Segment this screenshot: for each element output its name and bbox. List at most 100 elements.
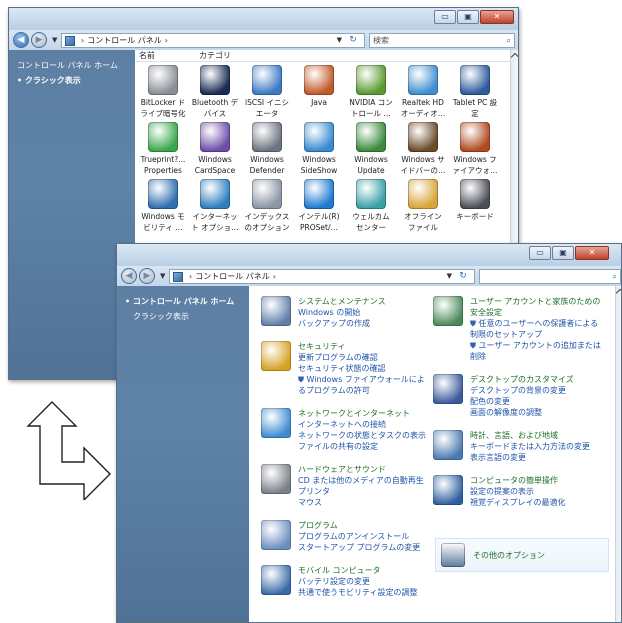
control-panel-item[interactable]: Tablet PC 設 定 [449,65,501,122]
category-title-link[interactable]: 時計、言語、および地域 [470,430,590,441]
search-box[interactable]: ⌕ [479,269,621,284]
category-title-link[interactable]: デスクトップのカスタマイズ [470,374,574,385]
clock-globe-icon[interactable] [433,430,463,460]
programs-icon[interactable] [261,520,291,550]
category-title-link[interactable]: システムとメンテナンス [298,296,386,307]
breadcrumb-control-panel[interactable]: コントロール パネル [195,271,270,282]
category-task-link[interactable]: キーボードまたは入力方法の変更 [470,441,590,452]
mobile-pc-icon[interactable] [261,565,291,595]
minimize-button[interactable]: ▭ [529,246,551,260]
address-bar[interactable]: › コントロール パネル › ▼ ↻ [61,33,365,48]
control-panel-item[interactable]: インターネッ ト オプショ… [189,179,241,236]
category-title-link[interactable]: プログラム [298,520,420,531]
control-panel-item[interactable]: ウェルカム センター [345,179,397,236]
category-task-link[interactable]: ユーザー アカウントの追加または 削除 [470,340,601,362]
category-title-link[interactable]: ハードウェアとサウンド [298,464,424,475]
control-panel-item[interactable]: キーボード [449,179,501,236]
recent-pages-dropdown-icon[interactable]: ▼ [52,36,57,44]
user-accounts-icon[interactable] [433,296,463,326]
close-button[interactable]: ✕ [480,10,514,24]
control-panel-item[interactable]: Java [293,65,345,122]
category-task-link[interactable]: 任意のユーザーへの保護者による 制限のセットアップ [470,318,601,340]
maximize-button[interactable]: ▣ [457,10,479,24]
category-task-link[interactable]: スタートアップ プログラムの変更 [298,542,420,553]
classic-view-link[interactable]: クラシック表示 [9,73,135,88]
recent-pages-dropdown-icon[interactable]: ▼ [160,272,165,280]
network-globe-icon[interactable] [261,408,291,438]
category-task-link[interactable]: ファイルの共有の設定 [298,441,426,452]
control-panel-item[interactable]: Windows サ イドバーの… [397,122,449,179]
category-task-link[interactable]: 共通で使うモビリティ設定の調整 [298,587,418,598]
close-button[interactable]: ✕ [575,246,609,260]
category-task-link[interactable]: Windows の開始 [298,307,386,318]
forward-button[interactable]: ▶ [139,268,155,284]
security-shield-icon[interactable] [261,341,291,371]
category-task-link[interactable]: プログラムのアンインストール [298,531,420,542]
control-panel-item[interactable]: Windows フ ァイアウォ… [449,122,501,179]
classic-view-link[interactable]: クラシック表示 [117,309,249,324]
control-panel-item[interactable]: NVIDIA コン トロール … [345,65,397,122]
control-panel-item[interactable]: Trueprint?... Properties [137,122,189,179]
search-input[interactable]: 検索 [373,36,389,45]
control-panel-item[interactable]: インデックス のオプション [241,179,293,236]
hardware-printer-icon[interactable] [261,464,291,494]
minimize-button[interactable]: ▭ [434,10,456,24]
category-task-link[interactable]: バックアップの作成 [298,318,386,329]
category-title-link[interactable]: コンピュータの簡単操作 [470,475,565,486]
control-panel-item[interactable]: Windows CardSpace [189,122,241,179]
back-button[interactable]: ◀ [13,32,29,48]
system-maintenance-icon[interactable] [261,296,291,326]
search-icon[interactable]: ⌕ [507,34,511,47]
category-task-link[interactable]: 画面の解像度の調整 [470,407,574,418]
category-title-link[interactable]: ユーザー アカウントと家族のための 安全設定 [470,296,601,318]
category-task-link[interactable]: 表示言語の変更 [470,452,590,463]
control-panel-home-link[interactable]: コントロール パネル ホーム [9,58,135,73]
additional-options-link[interactable]: その他のオプション [435,538,609,572]
category-task-link[interactable]: デスクトップの背景の変更 [470,385,574,396]
category-task-link[interactable]: セキュリティ状態の確認 [298,363,425,374]
category-title-link[interactable]: モバイル コンピュータ [298,565,418,576]
ease-of-access-icon[interactable] [433,475,463,505]
category-task-link[interactable]: 更新プログラムの確認 [298,352,425,363]
category-task-link[interactable]: バッテリ設定の変更 [298,576,418,587]
address-dropdown-icon[interactable]: ▼ [447,270,452,283]
category-task-link[interactable]: プリンタ [298,486,424,497]
category-task-link[interactable]: インターネットへの接続 [298,419,426,430]
address-bar[interactable]: › コントロール パネル › ▼ ↻ [169,269,475,284]
category-task-link[interactable]: ネットワークの状態とタスクの表示 [298,430,426,441]
category-task-link[interactable]: CD または他のメディアの自動再生 [298,475,424,486]
control-panel-item[interactable]: BitLocker ド ライブ暗号化 [137,65,189,122]
search-icon[interactable]: ⌕ [613,270,617,283]
back-button[interactable]: ◀ [121,268,137,284]
category-title-link[interactable]: セキュリティ [298,341,425,352]
control-panel-item[interactable]: インテル(R) PROSet/… [293,179,345,236]
category-task-link[interactable]: Windows ファイアウォールによ るプログラムの許可 [298,374,425,396]
control-panel-item[interactable]: Realtek HD オーディオ… [397,65,449,122]
maximize-button[interactable]: ▣ [552,246,574,260]
control-panel-item[interactable]: Bluetooth デ バイス [189,65,241,122]
vertical-scrollbar[interactable] [615,286,621,622]
column-category[interactable]: カテゴリ [195,50,255,61]
column-name[interactable]: 名前 [135,50,195,61]
title-bar[interactable]: ▭ ▣ ✕ [9,8,518,30]
breadcrumb-control-panel[interactable]: コントロール パネル [87,35,162,46]
control-panel-item[interactable]: Windows モ ビリティ … [137,179,189,236]
refresh-icon[interactable]: ↻ [456,270,470,283]
category-task-link[interactable]: マウス [298,497,424,508]
control-panel-item[interactable]: iSCSI イニシ エータ [241,65,293,122]
control-panel-home-link[interactable]: コントロール パネル ホーム [117,294,249,309]
category-task-link[interactable]: 視覚ディスプレイの最適化 [470,497,565,508]
control-panel-item[interactable]: Windows Defender [241,122,293,179]
category-task-link[interactable]: 設定の提案の表示 [470,486,565,497]
category-task-link[interactable]: 配色の変更 [470,396,574,407]
appearance-icon[interactable] [433,374,463,404]
category-title-link[interactable]: ネットワークとインターネット [298,408,426,419]
search-box[interactable]: 検索 ⌕ [369,33,515,48]
refresh-icon[interactable]: ↻ [346,34,360,47]
title-bar[interactable]: ▭ ▣ ✕ [117,244,621,266]
control-panel-item[interactable]: Windows SideShow [293,122,345,179]
address-dropdown-icon[interactable]: ▼ [337,34,342,47]
forward-button[interactable]: ▶ [31,32,47,48]
control-panel-item[interactable]: Windows Update [345,122,397,179]
control-panel-item[interactable]: オフライン ファイル [397,179,449,236]
